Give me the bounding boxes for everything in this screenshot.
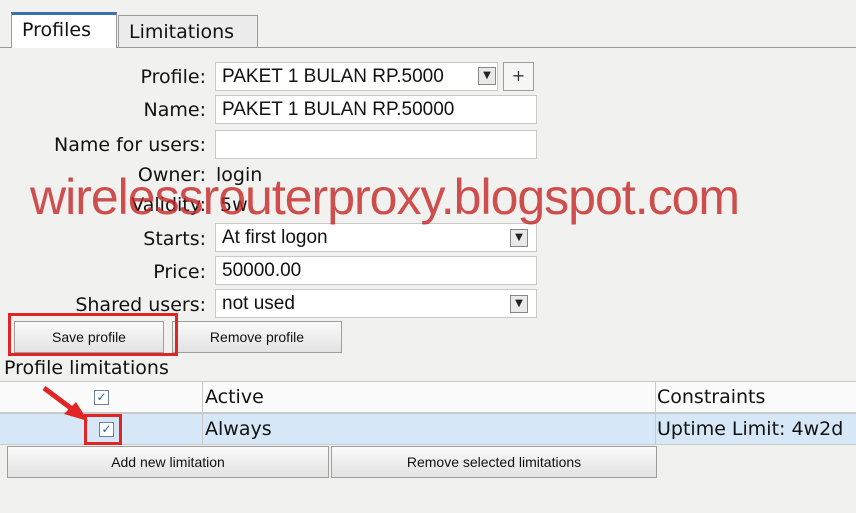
tab-profiles[interactable]: Profiles [11,12,117,48]
pointer-arrow-icon [42,386,88,421]
remove-limitations-button[interactable]: Remove selected limitations [331,446,657,478]
add-limitation-button[interactable]: Add new limitation [7,446,329,478]
